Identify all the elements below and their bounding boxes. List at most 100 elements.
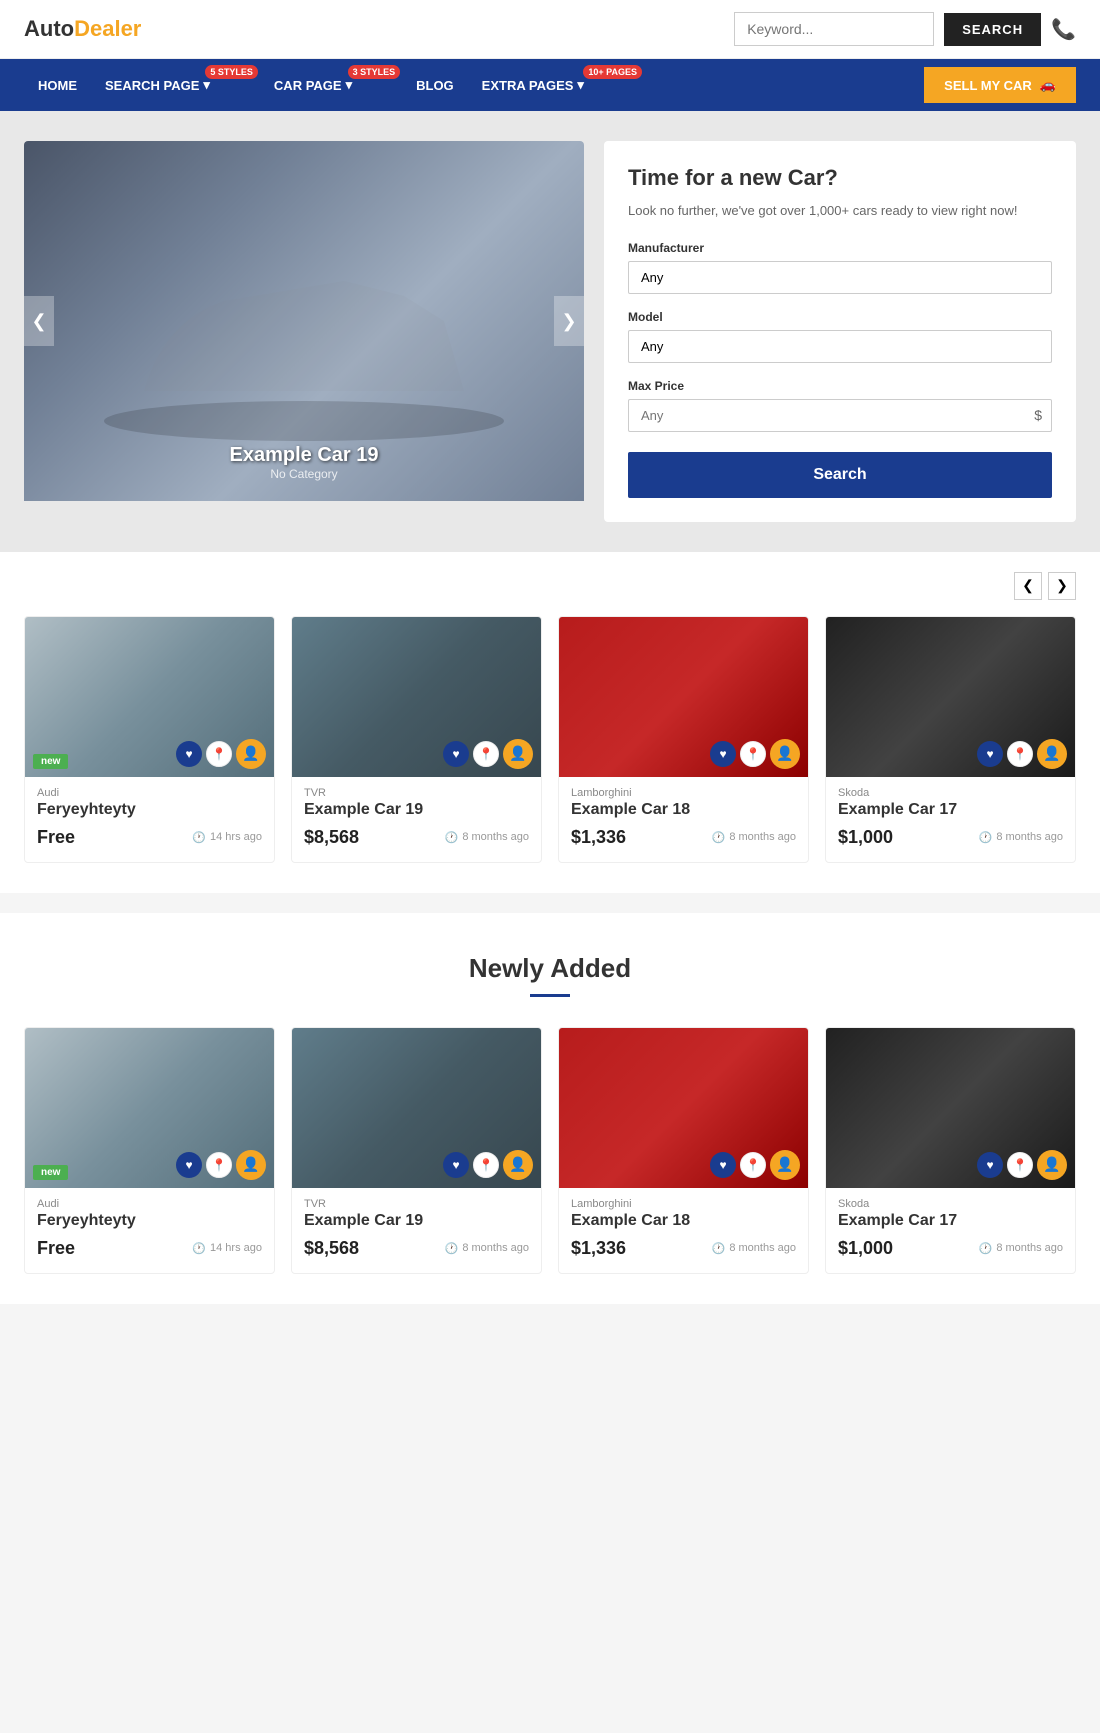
header-search-button[interactable]: SEARCH: [944, 13, 1041, 46]
car-model-name[interactable]: Example Car 17: [838, 801, 1063, 819]
car-card-actions: ♥ 📍 👤: [977, 739, 1067, 769]
hero-section: ❮ ❯ Example Car 19 No Category Time for …: [0, 111, 1100, 552]
carousel-next-button[interactable]: ❯: [554, 296, 584, 346]
location-button[interactable]: 📍: [206, 741, 232, 767]
car-price: $1,000: [838, 1238, 893, 1259]
location-button[interactable]: 📍: [473, 1152, 499, 1178]
featured-section: ❮ ❯ new ♥ 📍 👤 Audi Feryeyhteyty Free 🕐: [0, 552, 1100, 893]
car-footer: $8,568 🕐 8 months ago: [304, 1238, 529, 1259]
car-card-body: TVR Example Car 19 $8,568 🕐 8 months ago: [292, 777, 541, 862]
car-time: 🕐 8 months ago: [979, 1242, 1063, 1255]
favorite-button[interactable]: ♥: [710, 741, 736, 767]
avatar[interactable]: 👤: [503, 1150, 533, 1180]
max-price-input[interactable]: [628, 399, 1052, 432]
car-footer: Free 🕐 14 hrs ago: [37, 1238, 262, 1259]
location-button[interactable]: 📍: [1007, 1152, 1033, 1178]
car-page-badge: 3 STYLES: [348, 65, 401, 79]
car-card-image: new ♥ 📍 👤: [25, 1028, 274, 1188]
car-price: $8,568: [304, 827, 359, 848]
model-select[interactable]: Any: [628, 330, 1052, 363]
location-button[interactable]: 📍: [1007, 741, 1033, 767]
nav-home[interactable]: HOME: [24, 60, 91, 111]
header-right: SEARCH 📞: [734, 12, 1076, 46]
avatar[interactable]: 👤: [236, 739, 266, 769]
car-card-image: new ♥ 📍 👤: [25, 617, 274, 777]
car-card-image: ♥ 📍 👤: [826, 1028, 1075, 1188]
favorite-button[interactable]: ♥: [176, 741, 202, 767]
newly-added-title: Newly Added: [24, 953, 1076, 984]
car-model-name[interactable]: Example Car 17: [838, 1212, 1063, 1230]
clock-icon: 🕐: [445, 831, 459, 844]
car-time: 🕐 8 months ago: [445, 831, 529, 844]
car-model-name[interactable]: Feryeyhteyty: [37, 1212, 262, 1230]
avatar[interactable]: 👤: [770, 739, 800, 769]
favorite-button[interactable]: ♥: [710, 1152, 736, 1178]
logo-dealer: Dealer: [74, 16, 141, 41]
location-button[interactable]: 📍: [206, 1152, 232, 1178]
car-model-name[interactable]: Example Car 19: [304, 801, 529, 819]
favorite-button[interactable]: ♥: [443, 1152, 469, 1178]
search-input[interactable]: [734, 12, 934, 46]
max-price-group: Max Price $: [628, 379, 1052, 432]
car-model-name[interactable]: Example Car 18: [571, 801, 796, 819]
car-make: Lamborghini: [571, 1198, 796, 1210]
carousel-prev-button[interactable]: ❮: [24, 296, 54, 346]
avatar[interactable]: 👤: [503, 739, 533, 769]
location-button[interactable]: 📍: [740, 1152, 766, 1178]
location-button[interactable]: 📍: [740, 741, 766, 767]
car-model-name[interactable]: Example Car 19: [304, 1212, 529, 1230]
clock-icon: 🕐: [445, 1242, 459, 1255]
search-panel-button[interactable]: Search: [628, 452, 1052, 498]
car-card-actions: ♥ 📍 👤: [977, 1150, 1067, 1180]
car-time: 🕐 8 months ago: [445, 1242, 529, 1255]
carousel-image: ❮ ❯ Example Car 19 No Category: [24, 141, 584, 501]
nav-car-page[interactable]: CAR PAGE 3 STYLES ▾: [260, 59, 402, 111]
car-card: ♥ 📍 👤 Skoda Example Car 17 $1,000 🕐 8 mo…: [825, 1027, 1076, 1274]
manufacturer-select[interactable]: Any: [628, 261, 1052, 294]
hero-carousel: ❮ ❯ Example Car 19 No Category: [24, 141, 584, 522]
carousel-car-name: Example Car 19: [24, 444, 584, 467]
avatar[interactable]: 👤: [770, 1150, 800, 1180]
featured-next-button[interactable]: ❯: [1048, 572, 1076, 600]
clock-icon: 🕐: [712, 1242, 726, 1255]
new-badge: new: [33, 1165, 68, 1180]
site-header: AutoDealer SEARCH 📞: [0, 0, 1100, 59]
search-panel-title: Time for a new Car?: [628, 165, 1052, 191]
favorite-button[interactable]: ♥: [977, 741, 1003, 767]
car-card-actions: ♥ 📍 👤: [443, 1150, 533, 1180]
chevron-down-icon: ▾: [346, 77, 353, 93]
car-footer: $8,568 🕐 8 months ago: [304, 827, 529, 848]
avatar[interactable]: 👤: [1037, 1150, 1067, 1180]
car-card: ♥ 📍 👤 Lamborghini Example Car 18 $1,336 …: [558, 1027, 809, 1274]
nav-search-page[interactable]: SEARCH PAGE 5 STYLES ▾: [91, 59, 260, 111]
avatar[interactable]: 👤: [1037, 739, 1067, 769]
avatar[interactable]: 👤: [236, 1150, 266, 1180]
favorite-button[interactable]: ♥: [176, 1152, 202, 1178]
site-logo[interactable]: AutoDealer: [24, 16, 141, 42]
favorite-button[interactable]: ♥: [977, 1152, 1003, 1178]
car-card-actions: ♥ 📍 👤: [710, 739, 800, 769]
sell-my-car-button[interactable]: SELL MY CAR 🚗: [924, 67, 1076, 103]
car-model-name[interactable]: Example Car 18: [571, 1212, 796, 1230]
car-model-name[interactable]: Feryeyhteyty: [37, 801, 262, 819]
car-make: TVR: [304, 1198, 529, 1210]
car-card-body: Lamborghini Example Car 18 $1,336 🕐 8 mo…: [559, 777, 808, 862]
manufacturer-label: Manufacturer: [628, 241, 1052, 255]
max-price-label: Max Price: [628, 379, 1052, 393]
car-price: $1,000: [838, 827, 893, 848]
carousel-caption: Example Car 19 No Category: [24, 444, 584, 481]
car-price: $8,568: [304, 1238, 359, 1259]
new-badge: new: [33, 754, 68, 769]
clock-icon: 🕐: [192, 831, 206, 844]
car-make: Lamborghini: [571, 787, 796, 799]
location-button[interactable]: 📍: [473, 741, 499, 767]
nav-extra-pages[interactable]: EXTRA PAGES 10+ PAGES ▾: [468, 59, 644, 111]
search-page-badge: 5 STYLES: [205, 65, 258, 79]
phone-icon[interactable]: 📞: [1051, 17, 1076, 42]
car-card-image: ♥ 📍 👤: [826, 617, 1075, 777]
model-label: Model: [628, 310, 1052, 324]
car-make: Audi: [37, 1198, 262, 1210]
favorite-button[interactable]: ♥: [443, 741, 469, 767]
nav-blog[interactable]: BLOG: [402, 60, 468, 111]
featured-prev-button[interactable]: ❮: [1014, 572, 1042, 600]
